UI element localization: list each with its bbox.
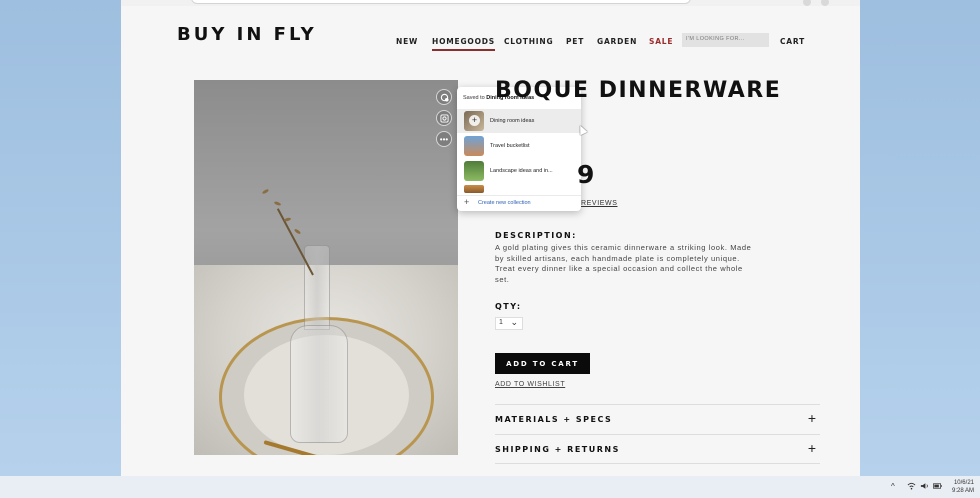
collection-thumb bbox=[464, 136, 484, 156]
qty-label: QTY: bbox=[495, 302, 522, 311]
create-collection-button[interactable]: + Create new collection bbox=[457, 195, 581, 209]
product-title: BOQUE DINNERWARE bbox=[495, 78, 782, 103]
collections-popup: Saved to Dining room ideas + Dining room… bbox=[457, 87, 581, 211]
add-to-collections-icon[interactable] bbox=[436, 89, 452, 105]
add-icon: + bbox=[469, 115, 480, 126]
product-price: 9 bbox=[577, 160, 595, 189]
shipping-returns-accordion[interactable]: SHIPPING + RETURNS + bbox=[495, 434, 820, 464]
taskbar: ^ 10/6/21 9:28 AM bbox=[0, 476, 980, 498]
nav-new[interactable]: NEW bbox=[396, 37, 418, 46]
product-image bbox=[194, 80, 458, 455]
cart-link[interactable]: CART bbox=[780, 37, 805, 46]
chevron-up-icon[interactable]: ^ bbox=[891, 482, 895, 491]
collection-item-landscape[interactable]: Landscape ideas and in... bbox=[457, 159, 581, 183]
profile-icon[interactable] bbox=[821, 0, 829, 6]
nav-garden[interactable]: GARDEN bbox=[597, 37, 637, 46]
accordion-label: MATERIALS + SPECS bbox=[495, 415, 613, 424]
address-bar[interactable] bbox=[191, 0, 691, 4]
nav-homegoods[interactable]: HOMEGOODS bbox=[432, 37, 495, 51]
bottle-neck bbox=[304, 245, 330, 330]
clock[interactable]: 10/6/21 9:28 AM bbox=[952, 479, 974, 495]
collection-thumb bbox=[464, 161, 484, 181]
collection-label: Travel bucketlist bbox=[490, 143, 530, 149]
dried-leaf bbox=[261, 188, 270, 195]
saved-to-prefix: Saved to bbox=[463, 95, 485, 101]
collection-thumb-partial bbox=[464, 185, 484, 193]
dried-leaf bbox=[273, 200, 282, 207]
add-to-wishlist-link[interactable]: ADD TO WISHLIST bbox=[495, 381, 565, 388]
qty-select[interactable]: 1 ⌄ bbox=[495, 317, 523, 330]
clock-date: 10/6/21 bbox=[953, 480, 974, 486]
dried-leaf bbox=[283, 217, 292, 222]
plus-icon: + bbox=[807, 440, 816, 456]
battery-icon[interactable] bbox=[933, 482, 942, 491]
collection-label: Landscape ideas and in... bbox=[490, 168, 553, 174]
address-bar-strip bbox=[121, 0, 860, 6]
nav-pet[interactable]: PET bbox=[566, 37, 584, 46]
volume-icon[interactable] bbox=[920, 482, 929, 492]
search-input[interactable]: I'M LOOKING FOR... bbox=[682, 33, 769, 47]
collection-item-travel[interactable]: Travel bucketlist bbox=[457, 134, 581, 158]
clock-time: 9:28 AM bbox=[951, 488, 974, 494]
nav-clothing[interactable]: CLOTHING bbox=[504, 37, 553, 46]
qty-value: 1 bbox=[499, 319, 503, 326]
plus-icon: + bbox=[464, 197, 470, 207]
dried-leaf bbox=[293, 228, 302, 235]
collection-item-dining[interactable]: + Dining room ideas bbox=[457, 109, 581, 133]
plus-icon: + bbox=[807, 410, 816, 426]
visual-search-icon[interactable] bbox=[436, 110, 452, 126]
chevron-down-icon: ⌄ bbox=[510, 317, 518, 327]
store-logo[interactable]: BUY IN FLY bbox=[177, 24, 317, 45]
extension-icon[interactable] bbox=[803, 0, 811, 6]
accordion-label: SHIPPING + RETURNS bbox=[495, 445, 620, 454]
wifi-icon[interactable] bbox=[907, 482, 916, 492]
description-label: DESCRIPTION: bbox=[495, 231, 577, 240]
more-options-icon[interactable]: ••• bbox=[436, 131, 452, 147]
collection-label: Dining room ideas bbox=[490, 118, 535, 124]
reviews-link[interactable]: REVIEWS bbox=[581, 200, 617, 207]
browser-window: BUY IN FLY NEW HOMEGOODS CLOTHING PET GA… bbox=[121, 0, 860, 476]
nav-sale[interactable]: SALE bbox=[649, 37, 673, 46]
glass-bottle bbox=[290, 325, 348, 443]
product-description: A gold plating gives this ceramic dinner… bbox=[495, 243, 752, 284]
add-to-cart-button[interactable]: ADD TO CART bbox=[495, 353, 590, 374]
create-collection-label: Create new collection bbox=[478, 200, 531, 206]
materials-specs-accordion[interactable]: MATERIALS + SPECS + bbox=[495, 404, 820, 434]
